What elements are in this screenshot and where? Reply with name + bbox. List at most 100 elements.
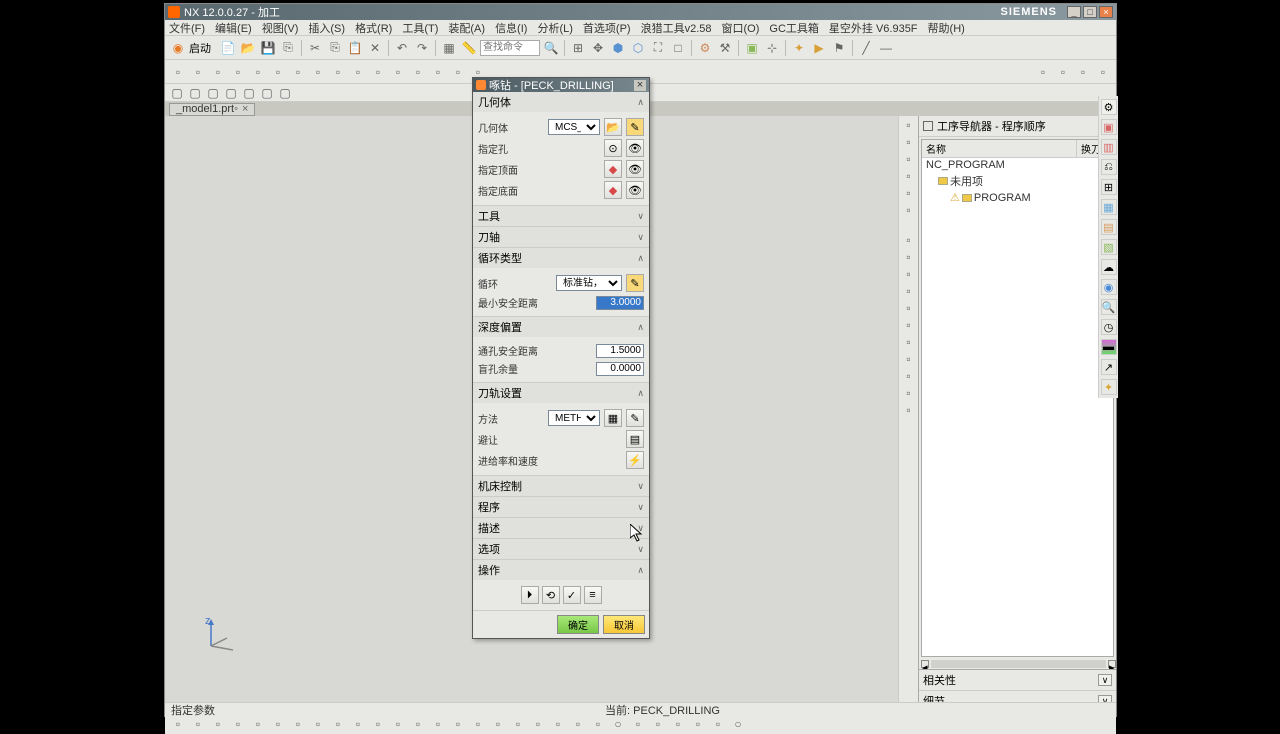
cycle-select[interactable]: 标准钻，深孔... bbox=[556, 275, 622, 291]
rp11-icon[interactable]: ◷ bbox=[1101, 319, 1117, 335]
dialog-title-bar[interactable]: 啄钻 - [PECK_DRILLING] × bbox=[473, 78, 649, 92]
rp2-icon[interactable]: ▥ bbox=[1101, 139, 1117, 155]
rp12-icon[interactable]: ▬ bbox=[1101, 339, 1117, 355]
expand-icon[interactable]: ∨ bbox=[1098, 674, 1112, 686]
menu-edit[interactable]: 编辑(E) bbox=[215, 20, 252, 36]
rotate-icon[interactable]: ⬢ bbox=[609, 39, 627, 57]
method-select[interactable]: METHOD bbox=[548, 410, 600, 426]
menu-view[interactable]: 视图(V) bbox=[262, 20, 299, 36]
method-new-icon[interactable]: ✎ bbox=[626, 409, 644, 427]
blind-input[interactable] bbox=[596, 362, 644, 376]
mt10-icon[interactable]: ▫ bbox=[902, 284, 916, 298]
bt13-icon[interactable]: ▫ bbox=[409, 715, 427, 733]
t2-5-icon[interactable]: ▫ bbox=[249, 63, 267, 81]
rp4-icon[interactable]: ⊞ bbox=[1101, 179, 1117, 195]
min-clear-input[interactable] bbox=[596, 296, 644, 310]
mt8-icon[interactable]: ▫ bbox=[902, 250, 916, 264]
t2-12-icon[interactable]: ▫ bbox=[389, 63, 407, 81]
t2-6-icon[interactable]: ▫ bbox=[269, 63, 287, 81]
tool1-icon[interactable]: ⚙ bbox=[696, 39, 714, 57]
section-axis[interactable]: 刀轴∨ bbox=[473, 227, 649, 247]
axis-icon[interactable]: ⊹ bbox=[763, 39, 781, 57]
spec-top-show-icon[interactable]: 👁 bbox=[626, 160, 644, 178]
mt15-icon[interactable]: ▫ bbox=[902, 369, 916, 383]
bt10-icon[interactable]: ▫ bbox=[349, 715, 367, 733]
menu-help[interactable]: 帮助(H) bbox=[928, 20, 965, 36]
t2-11-icon[interactable]: ▫ bbox=[369, 63, 387, 81]
nav-tree[interactable]: 名称 换刀 NC_PROGRAM 未用项 ⚠PROGRAM bbox=[921, 139, 1114, 657]
section-path[interactable]: 刀轨设置∧ bbox=[473, 383, 649, 403]
rp14-icon[interactable]: ✦ bbox=[1101, 379, 1117, 395]
t2-8-icon[interactable]: ▫ bbox=[309, 63, 327, 81]
paste-icon[interactable]: 📋 bbox=[346, 39, 364, 57]
tree-unused[interactable]: 未用项 bbox=[922, 172, 1113, 190]
mt16-icon[interactable]: ▫ bbox=[902, 386, 916, 400]
sel7-icon[interactable]: ▢ bbox=[277, 85, 293, 100]
play-icon[interactable]: ▶ bbox=[810, 39, 828, 57]
rp8-icon[interactable]: ☁ bbox=[1101, 259, 1117, 275]
rp3-icon[interactable]: ⎌ bbox=[1101, 159, 1117, 175]
t2-r3-icon[interactable]: ▫ bbox=[1074, 63, 1092, 81]
menu-format[interactable]: 格式(R) bbox=[355, 20, 392, 36]
section-prog[interactable]: 程序∨ bbox=[473, 497, 649, 517]
fit-icon[interactable]: ⛶ bbox=[649, 39, 667, 57]
tree-root[interactable]: NC_PROGRAM bbox=[922, 158, 1113, 172]
geometry-select[interactable]: MCS_MILL bbox=[548, 119, 600, 135]
menu-preferences[interactable]: 首选项(P) bbox=[583, 20, 631, 36]
rp-gear-icon[interactable]: ⚙ bbox=[1101, 99, 1117, 115]
verify-icon[interactable]: ✓ bbox=[563, 586, 581, 604]
tool2-icon[interactable]: ⚒ bbox=[716, 39, 734, 57]
rp7-icon[interactable]: ▧ bbox=[1101, 239, 1117, 255]
cube-icon[interactable]: ▣ bbox=[743, 39, 761, 57]
menu-window[interactable]: 窗口(O) bbox=[722, 20, 760, 36]
t2-10-icon[interactable]: ▫ bbox=[349, 63, 367, 81]
bt20-icon[interactable]: ▫ bbox=[549, 715, 567, 733]
minimize-button[interactable]: _ bbox=[1067, 6, 1081, 18]
bt15-icon[interactable]: ▫ bbox=[449, 715, 467, 733]
geometry-edit-icon[interactable]: 📂 bbox=[604, 118, 622, 136]
section-depth[interactable]: 深度偏置∧ bbox=[473, 317, 649, 337]
mt13-icon[interactable]: ▫ bbox=[902, 335, 916, 349]
tree-program[interactable]: ⚠PROGRAM bbox=[922, 190, 1113, 205]
t2-3-icon[interactable]: ▫ bbox=[209, 63, 227, 81]
menu-gc[interactable]: GC工具箱 bbox=[769, 20, 819, 36]
undo-icon[interactable]: ↶ bbox=[393, 39, 411, 57]
t2-1-icon[interactable]: ▫ bbox=[169, 63, 187, 81]
list-icon[interactable]: ≡ bbox=[584, 586, 602, 604]
mt17-icon[interactable]: ▫ bbox=[902, 403, 916, 417]
bt12-icon[interactable]: ▫ bbox=[389, 715, 407, 733]
t2-2-icon[interactable]: ▫ bbox=[189, 63, 207, 81]
bt7-icon[interactable]: ▫ bbox=[289, 715, 307, 733]
rp6-icon[interactable]: ▤ bbox=[1101, 219, 1117, 235]
measure-icon[interactable]: 📏 bbox=[460, 39, 478, 57]
spec-top-icon[interactable]: ◆ bbox=[604, 160, 622, 178]
section-mc[interactable]: 机床控制∨ bbox=[473, 476, 649, 496]
spec-bot-icon[interactable]: ◆ bbox=[604, 181, 622, 199]
spec-hole-show-icon[interactable]: 👁 bbox=[626, 139, 644, 157]
close-button[interactable]: × bbox=[1099, 6, 1113, 18]
open-icon[interactable]: 📂 bbox=[239, 39, 257, 57]
line-icon[interactable]: ╱ bbox=[857, 39, 875, 57]
menu-assemblies[interactable]: 装配(A) bbox=[448, 20, 485, 36]
t2-4-icon[interactable]: ▫ bbox=[229, 63, 247, 81]
geometry-new-icon[interactable]: ✎ bbox=[626, 118, 644, 136]
pan-icon[interactable]: ✥ bbox=[589, 39, 607, 57]
bt18-icon[interactable]: ▫ bbox=[509, 715, 527, 733]
view-mode-icon[interactable]: ⊞ bbox=[569, 39, 587, 57]
start-label[interactable]: 启动 bbox=[189, 40, 211, 56]
zoom-icon[interactable]: ⬡ bbox=[629, 39, 647, 57]
rp10-icon[interactable]: 🔍 bbox=[1101, 299, 1117, 315]
wand-icon[interactable]: ✦ bbox=[790, 39, 808, 57]
mt1-icon[interactable]: ▫ bbox=[902, 118, 916, 132]
maximize-button[interactable]: □ bbox=[1083, 6, 1097, 18]
bt14-icon[interactable]: ▫ bbox=[429, 715, 447, 733]
menu-tools[interactable]: 工具(T) bbox=[402, 20, 438, 36]
mt6-icon[interactable]: ▫ bbox=[902, 203, 916, 217]
menu-file[interactable]: 文件(F) bbox=[169, 20, 205, 36]
method-edit-icon[interactable]: ▦ bbox=[604, 409, 622, 427]
prop-relation[interactable]: 相关性∨ bbox=[919, 670, 1116, 691]
section-action[interactable]: 操作∧ bbox=[473, 560, 649, 580]
copy-icon[interactable]: ⎘ bbox=[326, 39, 344, 57]
replay-icon[interactable]: ⟲ bbox=[542, 586, 560, 604]
sel5-icon[interactable]: ▢ bbox=[241, 85, 257, 100]
